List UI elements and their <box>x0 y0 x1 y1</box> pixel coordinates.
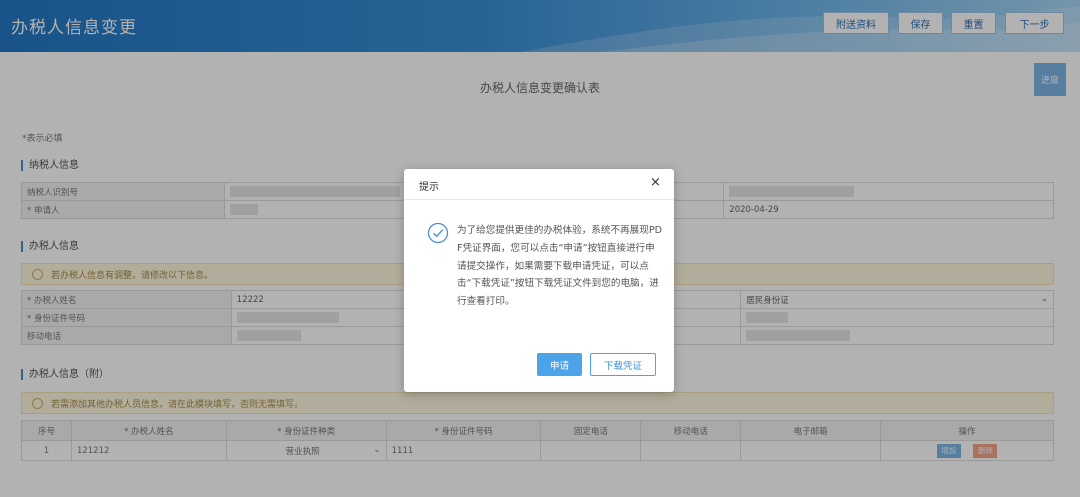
check-circle-icon <box>427 222 449 244</box>
dialog-header: 提示 × <box>404 169 674 200</box>
notice-dialog: 提示 × 为了给您提供更佳的办税体验，系统不再展现PDF凭证界面，您可以点击“申… <box>404 169 674 392</box>
dialog-message: 为了给您提供更佳的办税体验，系统不再展现PDF凭证界面，您可以点击“申请”按钮直… <box>457 225 663 308</box>
dialog-title: 提示 <box>419 182 439 193</box>
close-icon[interactable]: × <box>650 175 661 191</box>
apply-button[interactable]: 申请 <box>537 353 582 376</box>
download-certificate-button[interactable]: 下载凭证 <box>590 353 656 376</box>
